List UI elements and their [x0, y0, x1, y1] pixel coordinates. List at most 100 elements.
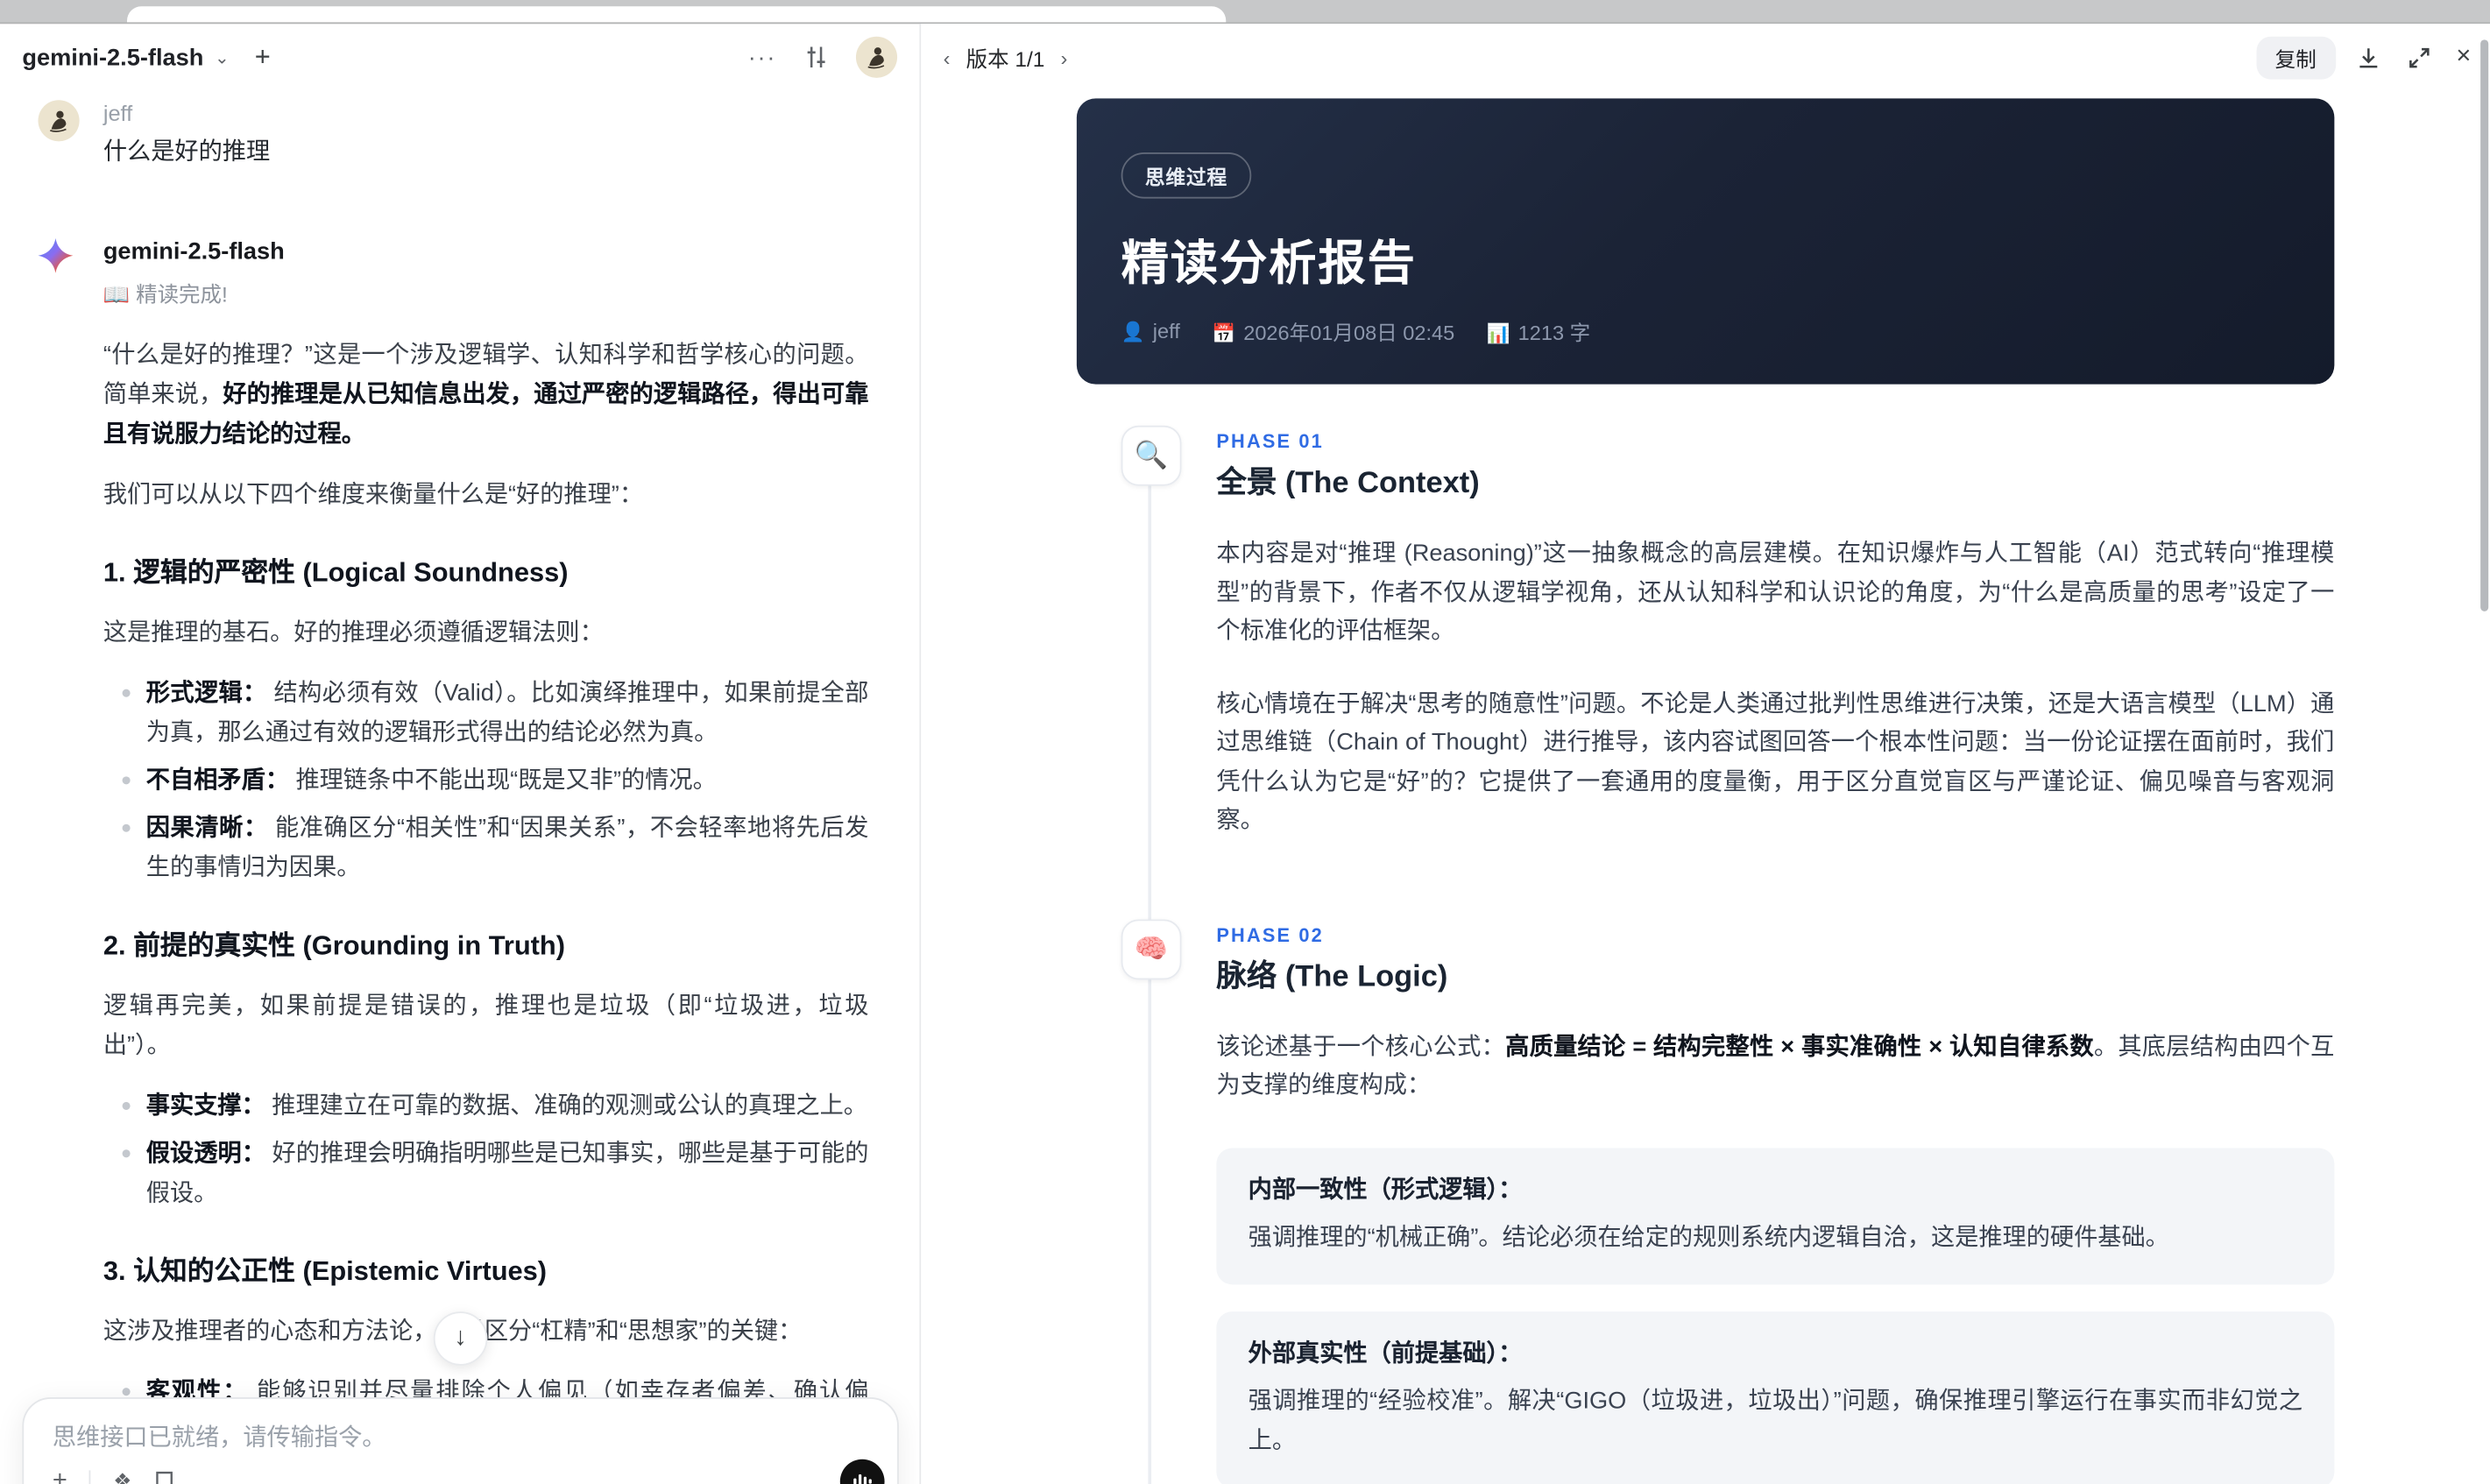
wordcount-meta: 📊 1213 字	[1486, 321, 1591, 345]
artifact-content[interactable]: 思维过程 精读分析报告 👤 jeff 📅 2026年01月08日 02:45 📊 12…	[921, 90, 2490, 1484]
browser-extension-icon[interactable]	[2418, 0, 2439, 10]
assistant-status: 📖 精读完成!	[103, 282, 228, 307]
browser-icon[interactable]	[51, 0, 72, 10]
attach-plus-button[interactable]: +	[53, 1468, 67, 1484]
tune-sliders-icon[interactable]	[803, 45, 829, 70]
waveform-icon	[853, 1473, 872, 1484]
bullet-dot	[122, 1388, 131, 1396]
chevron-right-icon[interactable]: ›	[1061, 46, 1068, 69]
browser-extension-icon[interactable]	[2005, 0, 2027, 10]
brain-icon: 🧠	[1121, 918, 1182, 979]
phase-02: 🧠 PHASE 02 脉络 (The Logic) 该论述基于一个核心公式：高质…	[1077, 918, 2335, 1484]
phase-paragraph: 本内容是对“推理 (Reasoning)”这一抽象概念的高层建模。在知识爆炸与人…	[1216, 540, 2335, 645]
assistant-intro: “什么是好的推理？”这是一个涉及逻辑学、认知科学和哲学核心的问题。简单来说，好的…	[103, 341, 869, 449]
bar-chart-icon: 📊	[1486, 322, 1510, 345]
assistant-name: gemini-2.5-flash	[103, 237, 285, 265]
report-meta: 👤 jeff 📅 2026年01月08日 02:45 📊 1213 字	[1121, 316, 2290, 346]
book-icon: 📖	[103, 282, 131, 307]
logic-cards: 内部一致性（形式逻辑）： 强调推理的“机械正确”。结论必须在给定的规则系统内逻辑…	[1216, 1147, 2335, 1484]
bullet-dot	[122, 1149, 131, 1158]
card-title: 外部真实性（前提基础）：	[1248, 1339, 1523, 1367]
bullet-list: 形式逻辑： 结构必须有效（Valid）。比如演绎推理中，如果前提全部为真，那么通…	[103, 674, 869, 888]
browser-extension-icon[interactable]	[2460, 0, 2481, 10]
browser-extension-icon[interactable]	[1964, 0, 1985, 10]
browser-extension-icon[interactable]	[1882, 0, 1903, 10]
section-intro: 逻辑再完美，如果前提是错误的，推理也是垃圾（即“垃圾进，垃圾出”）。	[103, 992, 869, 1059]
phase-title: 全景 (The Context)	[1216, 466, 1480, 500]
gemini-logo-icon	[38, 235, 103, 1484]
chat-panel: gemini-2.5-flash ⌄ + ··· jeff 什么是好的推理 ge…	[0, 24, 922, 1484]
workspace: gemini-2.5-flash ⌄ + ··· jeff 什么是好的推理 ge…	[0, 24, 2490, 1484]
browser-extension-icon[interactable]	[2253, 0, 2274, 10]
download-icon[interactable]	[2352, 39, 2387, 74]
browser-extension-icon[interactable]	[2212, 0, 2233, 10]
browser-active-tab[interactable]	[127, 6, 1227, 23]
author-meta: 👤 jeff	[1121, 319, 1180, 343]
author-name: jeff	[103, 100, 133, 126]
browser-extension-icon[interactable]	[2130, 0, 2151, 10]
bullet-item: 事实支撑： 推理建立在可靠的数据、准确的观测或公认的真理之上。	[103, 1086, 869, 1126]
bullet-item: 因果清晰： 能准确区分“相关性”和“因果关系”，不会轻率地将先后发生的事情归为因…	[103, 809, 868, 888]
artifact-toolbar: ‹ 版本 1/1 › 复制 ×	[921, 24, 2490, 90]
browser-toolbar	[0, 0, 2490, 25]
browser-extension-icon[interactable]	[2336, 0, 2357, 10]
bullet-dot	[122, 1101, 131, 1110]
chevron-left-icon[interactable]: ‹	[944, 46, 951, 69]
bookmark-icon[interactable]	[154, 1469, 175, 1484]
browser-icon[interactable]	[10, 0, 31, 10]
browser-extension-icon[interactable]	[2171, 0, 2192, 10]
bullet-dot	[122, 689, 131, 697]
chat-header: gemini-2.5-flash ⌄ + ···	[0, 24, 919, 90]
bullet-item: 形式逻辑： 结构必须有效（Valid）。比如演绎推理中，如果前提全部为真，那么通…	[103, 674, 869, 753]
user-message-text: 什么是好的推理	[103, 138, 271, 166]
browser-extension-icon[interactable]	[2088, 0, 2109, 10]
arrow-down-icon: ↓	[454, 1324, 467, 1352]
browser-extension-icon[interactable]	[2295, 0, 2316, 10]
composer: 思维接口已就绪，请传输指令。 + ❖	[22, 1397, 899, 1484]
browser-extension-icon[interactable]	[1923, 0, 1944, 10]
browser-icon[interactable]	[92, 0, 113, 10]
phase-01: 🔍 PHASE 01 全景 (The Context) 本内容是对“推理 (Re…	[1077, 425, 2335, 841]
section-heading: 1. 逻辑的严密性 (Logical Soundness)	[103, 557, 569, 588]
browser-left-icons	[10, 0, 113, 10]
bullet-item: 假设透明： 好的推理会明确指明哪些是已知事实，哪些是基于可能的假设。	[103, 1134, 868, 1213]
logic-card: 内部一致性（形式逻辑）： 强调推理的“机械正确”。结论必须在给定的规则系统内逻辑…	[1216, 1147, 2335, 1285]
window-scrollbar[interactable]	[2480, 39, 2489, 611]
section-heading: 3. 认知的公正性 (Epistemic Virtues)	[103, 1255, 548, 1287]
browser-extension-icon[interactable]	[2047, 0, 2068, 10]
phase-paragraph: 该论述基于一个核心公式：高质量结论 = 结构完整性 × 事实准确性 × 认知自律…	[1216, 1033, 2335, 1099]
phase-label: PHASE 01	[1216, 430, 1324, 453]
voice-input-button[interactable]	[839, 1459, 885, 1484]
message-list[interactable]: jeff 什么是好的推理 gemini-2.5-flash 📖 精读完成! “什…	[0, 90, 919, 1484]
user-message: jeff 什么是好的推理	[38, 94, 869, 172]
magnifier-icon: 🔍	[1121, 425, 1182, 486]
user-avatar[interactable]	[855, 36, 898, 78]
copy-button[interactable]: 复制	[2255, 35, 2336, 79]
phase-timeline: 🔍 PHASE 01 全景 (The Context) 本内容是对“推理 (Re…	[1077, 385, 2335, 1484]
browser-extension-icon[interactable]	[2377, 0, 2398, 10]
model-title[interactable]: gemini-2.5-flash	[22, 44, 203, 71]
card-body: 强调推理的“经验校准”。解决“GIGO（垃圾进，垃圾出）”问题，确保推理引擎运行…	[1248, 1388, 2303, 1454]
scroll-to-bottom-button[interactable]: ↓	[433, 1311, 488, 1366]
message-input[interactable]: 思维接口已就绪，请传输指令。	[53, 1419, 869, 1452]
version-navigation: ‹ 版本 1/1 ›	[944, 41, 1068, 73]
user-avatar	[38, 100, 80, 142]
report-title: 精读分析报告	[1121, 237, 1417, 291]
chat-section: 1. 逻辑的严密性 (Logical Soundness) 这是推理的基石。好的…	[103, 553, 869, 887]
assistant-message: gemini-2.5-flash 📖 精读完成! “什么是好的推理？”这是一个涉…	[38, 235, 869, 1484]
more-options-icon[interactable]: ···	[748, 44, 777, 71]
card-title: 内部一致性（形式逻辑）：	[1248, 1176, 1523, 1203]
card-body: 强调推理的“机械正确”。结论必须在给定的规则系统内逻辑自洽，这是推理的硬件基础。	[1248, 1223, 2169, 1251]
skills-icon[interactable]: ❖	[113, 1469, 131, 1484]
report-header-card: 思维过程 精读分析报告 👤 jeff 📅 2026年01月08日 02:45 📊 12…	[1076, 98, 2335, 385]
phase-label: PHASE 02	[1216, 922, 1324, 946]
fullscreen-icon[interactable]	[2402, 39, 2437, 74]
chevron-down-icon[interactable]: ⌄	[215, 46, 230, 67]
divider	[89, 1470, 91, 1484]
date-meta: 📅 2026年01月08日 02:45	[1212, 321, 1455, 345]
bullet-dot	[122, 823, 131, 832]
new-chat-button[interactable]: +	[255, 41, 271, 73]
assistant-lead: 我们可以从以下四个维度来衡量什么是“好的推理”：	[103, 481, 644, 508]
close-icon[interactable]: ×	[2456, 43, 2471, 72]
logic-card: 外部真实性（前提基础）： 强调推理的“经验校准”。解决“GIGO（垃圾进，垃圾出…	[1216, 1311, 2335, 1484]
